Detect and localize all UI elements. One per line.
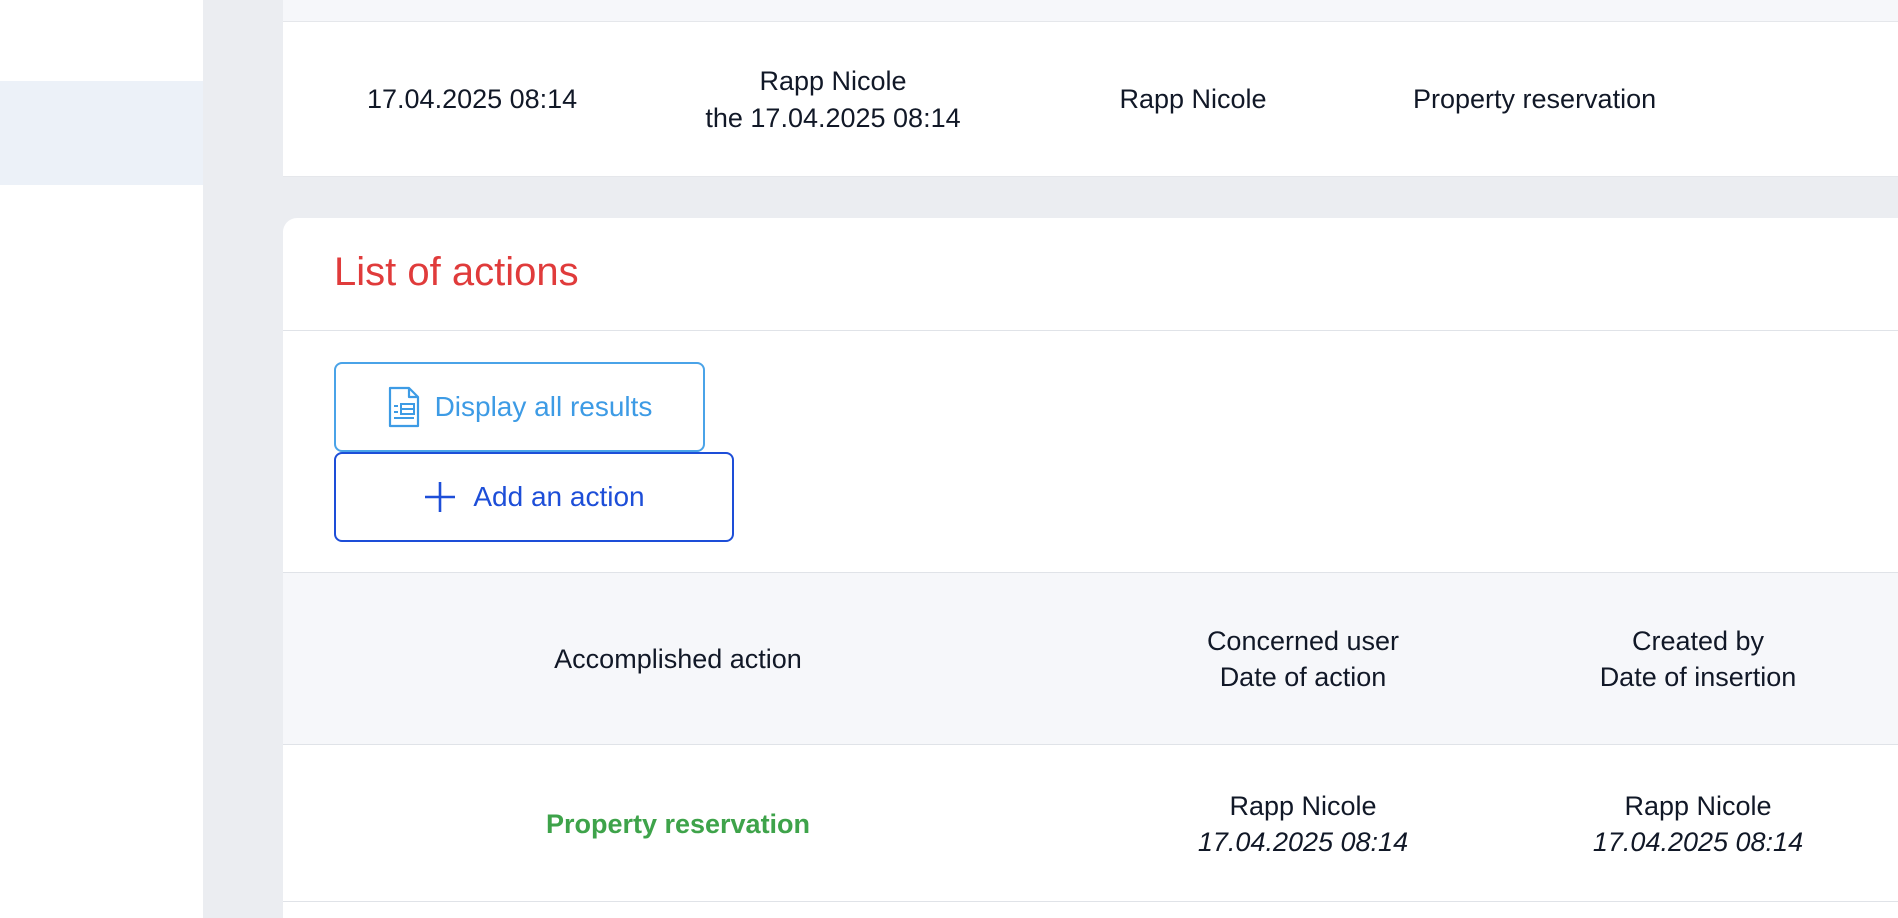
column-header-date-of-action-label: Date of action bbox=[1219, 662, 1387, 692]
history-date: 17.04.2025 08:14 bbox=[367, 84, 578, 114]
column-header-concerned-user[interactable]: Concerned user Date of action bbox=[1143, 623, 1463, 695]
display-all-results-label: Display all results bbox=[434, 391, 653, 422]
actions-table-header: Accomplished action Concerned user Date … bbox=[283, 573, 1898, 745]
history-table-header bbox=[283, 0, 1898, 22]
actions-card: List of actions Display all results Add … bbox=[283, 218, 1898, 918]
content-gutter bbox=[203, 0, 283, 918]
display-all-results-button[interactable]: Display all results bbox=[334, 362, 705, 452]
row-date-of-insertion: 17.04.2025 08:14 bbox=[1592, 827, 1804, 857]
add-action-button[interactable]: Add an action bbox=[334, 452, 734, 542]
row-created-by: Rapp Nicole 17.04.2025 08:14 bbox=[1538, 788, 1858, 860]
row-date-of-action: 17.04.2025 08:14 bbox=[1197, 827, 1409, 857]
table-row[interactable]: Property reservation Rapp Nicole 17.04.2… bbox=[283, 746, 1898, 902]
divider bbox=[283, 330, 1898, 331]
column-header-created-by[interactable]: Created by Date of insertion bbox=[1538, 623, 1858, 695]
history-action: Property reservation bbox=[1413, 84, 1657, 114]
sidebar bbox=[0, 0, 203, 918]
row-concerned-user: Rapp Nicole 17.04.2025 08:14 bbox=[1143, 788, 1463, 860]
actions-title: List of actions bbox=[334, 250, 579, 294]
plus-icon bbox=[423, 480, 457, 514]
sidebar-item-active[interactable] bbox=[0, 81, 203, 185]
history-created-name: Rapp Nicole bbox=[759, 66, 907, 96]
row-action-link[interactable]: Property reservation bbox=[508, 806, 848, 842]
column-header-concerned-user-label: Concerned user bbox=[1206, 626, 1400, 656]
history-created: Rapp Nicole the 17.04.2025 08:14 bbox=[663, 63, 1003, 137]
add-action-label: Add an action bbox=[473, 481, 645, 512]
column-header-date-of-insertion-label: Date of insertion bbox=[1599, 662, 1797, 692]
document-list-icon bbox=[387, 386, 421, 428]
row-created-by-name: Rapp Nicole bbox=[1624, 791, 1772, 821]
column-header-accomplished-action[interactable]: Accomplished action bbox=[508, 641, 848, 677]
column-header-created-by-label: Created by bbox=[1631, 626, 1765, 656]
history-user: Rapp Nicole bbox=[1119, 84, 1267, 114]
row-concerned-user-name: Rapp Nicole bbox=[1229, 791, 1377, 821]
history-card: 17.04.2025 08:14 Rapp Nicole the 17.04.2… bbox=[283, 0, 1898, 177]
history-created-date: the 17.04.2025 08:14 bbox=[705, 103, 961, 133]
